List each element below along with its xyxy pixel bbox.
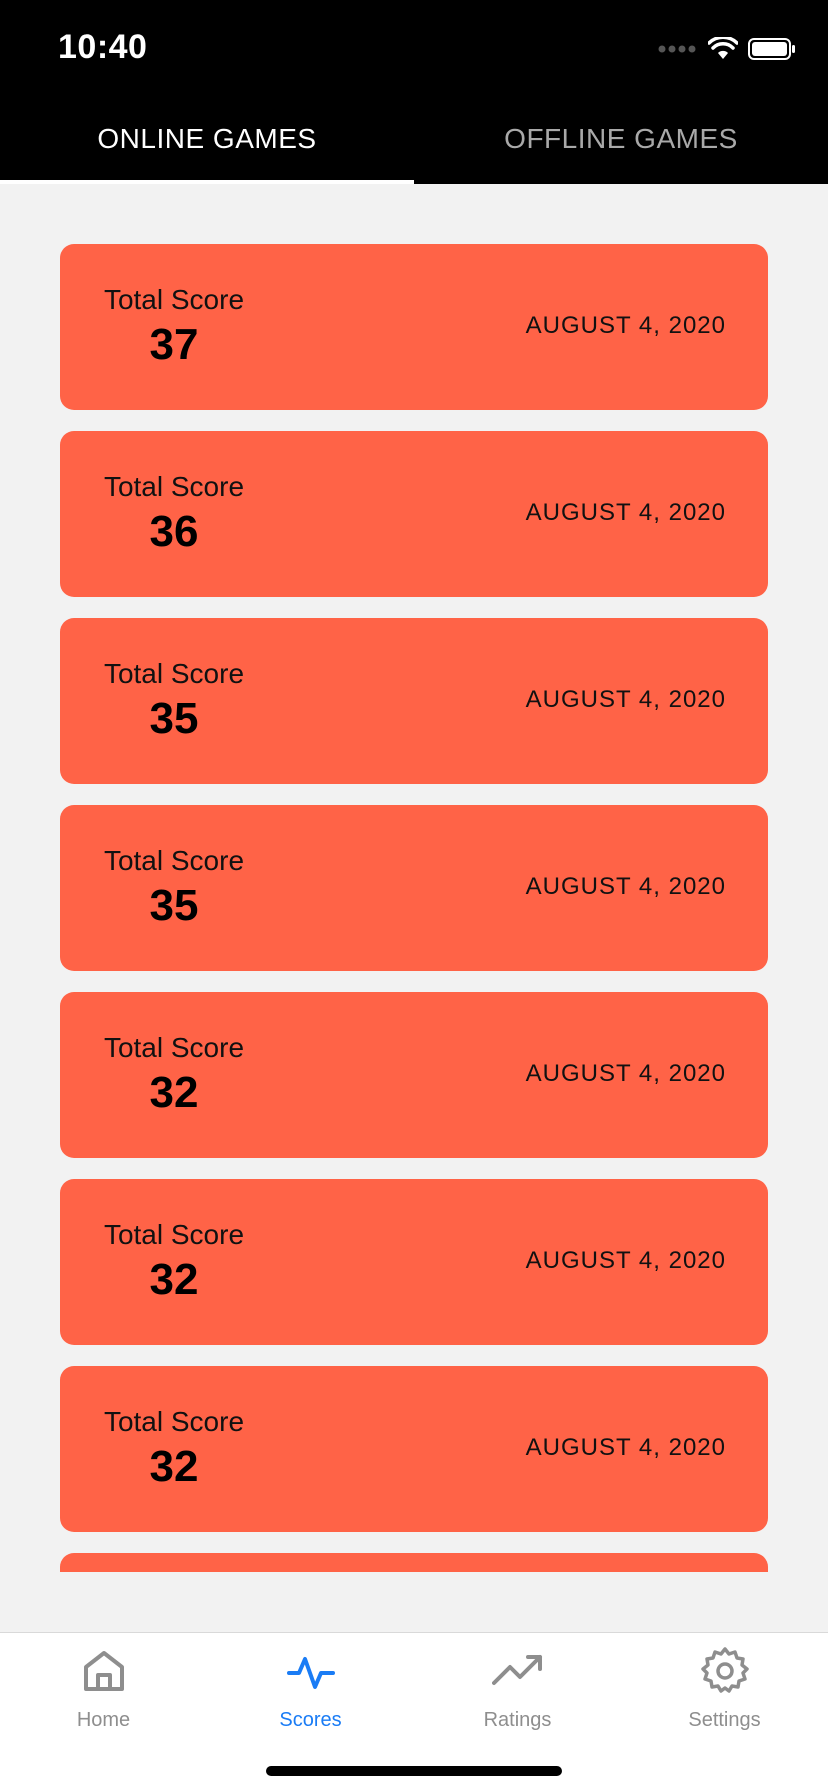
score-card[interactable]: Total Score 35 AUGUST 4, 2020 — [60, 618, 768, 784]
score-date: AUGUST 4, 2020 — [525, 1247, 726, 1274]
games-tab-bar: ONLINE GAMES OFFLINE GAMES — [0, 94, 828, 184]
battery-icon — [748, 38, 795, 60]
status-icons — [658, 34, 796, 64]
nav-settings[interactable]: Settings — [621, 1633, 828, 1792]
nav-scores-label: Scores — [279, 1709, 342, 1731]
score-label: Total Score — [103, 845, 245, 876]
score-card[interactable]: Total Score 32 AUGUST 4, 2020 — [60, 1179, 768, 1345]
score-value: 35 — [149, 694, 199, 743]
score-date: AUGUST 4, 2020 — [525, 1434, 726, 1461]
score-block: Total Score 32 — [100, 1032, 248, 1118]
score-value: 32 — [149, 1442, 199, 1491]
score-label: Total Score — [103, 284, 245, 315]
score-block: Total Score 35 — [100, 845, 248, 931]
score-date: AUGUST 4, 2020 — [525, 499, 726, 526]
gear-icon — [700, 1647, 749, 1693]
score-label: Total Score — [103, 658, 245, 689]
score-value: 36 — [149, 507, 199, 556]
nav-home-label: Home — [76, 1709, 131, 1731]
score-card[interactable]: Total Score 36 AUGUST 4, 2020 — [60, 431, 768, 597]
signal-icon — [658, 45, 696, 53]
nav-home[interactable]: Home — [0, 1633, 207, 1792]
score-label: Total Score — [103, 1219, 245, 1250]
score-date: AUGUST 4, 2020 — [525, 686, 726, 713]
status-time: 10:40 — [58, 28, 148, 66]
score-card[interactable]: Total Score 32 AUGUST 4, 2020 — [60, 992, 768, 1158]
score-card[interactable]: Total Score 32 AUGUST 4, 2020 — [60, 1366, 768, 1532]
nav-ratings-label: Ratings — [483, 1709, 552, 1731]
tab-online-games[interactable]: ONLINE GAMES — [0, 94, 414, 184]
score-value: 37 — [149, 320, 199, 369]
score-value: 32 — [149, 1255, 199, 1304]
tab-online-games-label: ONLINE GAMES — [97, 123, 317, 154]
score-date: AUGUST 4, 2020 — [525, 312, 726, 339]
tab-offline-games[interactable]: OFFLINE GAMES — [414, 94, 828, 184]
tab-offline-games-label: OFFLINE GAMES — [504, 123, 738, 154]
trending-up-icon — [491, 1655, 542, 1685]
score-card[interactable]: Total Score 37 AUGUST 4, 2020 — [60, 244, 768, 410]
score-value: 32 — [149, 1068, 199, 1117]
score-block: Total Score 32 — [100, 1406, 248, 1492]
status-bar: 10:40 — [0, 0, 828, 94]
nav-settings-label: Settings — [688, 1709, 761, 1731]
score-label: Total Score — [103, 471, 245, 502]
score-block: Total Score 35 — [100, 658, 248, 744]
score-label: Total Score — [103, 1032, 245, 1063]
score-list-scroll[interactable]: Total Score 37 AUGUST 4, 2020 Total Scor… — [0, 184, 828, 1572]
score-date: AUGUST 4, 2020 — [525, 873, 726, 900]
score-date: AUGUST 4, 2020 — [525, 1060, 726, 1087]
score-block: Total Score 32 — [100, 1219, 248, 1305]
activity-icon — [286, 1657, 335, 1689]
score-block: Total Score 37 — [100, 284, 248, 370]
score-list: Total Score 37 AUGUST 4, 2020 Total Scor… — [60, 244, 768, 1572]
wifi-icon — [708, 37, 738, 59]
score-value: 35 — [149, 881, 199, 930]
score-label: Total Score — [103, 1406, 245, 1437]
score-block: Total Score 36 — [100, 471, 248, 557]
score-card[interactable]: Total Score 35 AUGUST 4, 2020 — [60, 805, 768, 971]
home-icon — [83, 1651, 124, 1691]
home-indicator[interactable] — [266, 1766, 562, 1776]
score-card-partial[interactable] — [60, 1553, 768, 1572]
